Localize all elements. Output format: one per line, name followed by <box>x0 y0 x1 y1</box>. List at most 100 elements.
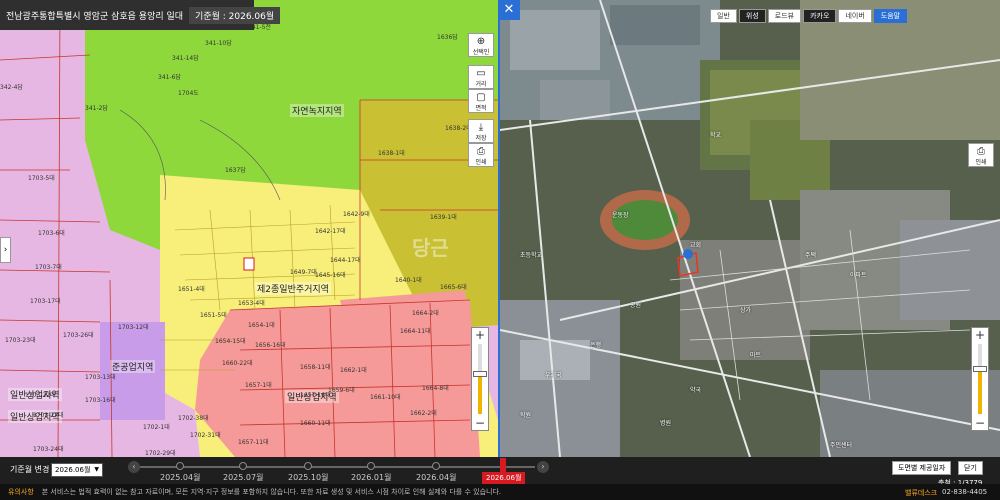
close-icon: ✕ <box>503 2 515 17</box>
parcel-label: 342-4답 <box>0 84 23 91</box>
poi-label[interactable]: 아파트 <box>850 270 867 279</box>
timeline-point[interactable] <box>367 462 375 470</box>
parcel-label: 1703-24대 <box>33 446 64 453</box>
location-marker <box>243 257 255 271</box>
map-dates-button[interactable]: 도면별 제공일자 <box>892 461 952 475</box>
parcel-label: 1657-1대 <box>245 382 272 389</box>
parcel-label: 1662-2대 <box>410 410 437 417</box>
print-tool[interactable]: ⎙ 인쇄 <box>468 143 494 167</box>
parcel-label: 1703-6대 <box>38 230 65 237</box>
satellite-zoom-out-icon[interactable]: − <box>972 416 988 430</box>
zoom-track[interactable] <box>473 344 487 414</box>
dropdown-arrow-icon: ▼ <box>94 466 99 473</box>
satellite-zoom-knob[interactable] <box>973 366 987 372</box>
timeline-date-label[interactable]: 2025.07월 <box>223 472 263 483</box>
save-tool[interactable]: ⤓ 저장 <box>468 119 494 143</box>
parcel-label: 1654-15대 <box>215 338 246 345</box>
timeline-date-label[interactable]: 2026.04월 <box>416 472 456 483</box>
poi-label[interactable]: 주민센터 <box>830 440 852 449</box>
poi-label[interactable]: 마트 <box>750 350 761 359</box>
poi-label[interactable]: 병원 <box>660 418 671 427</box>
location-title: 전남광주통합특별시 영암군 삼호읍 용앙리 일대 <box>6 11 184 22</box>
help-button[interactable]: 도움말 <box>873 9 908 23</box>
parcel-label: 1640-1대 <box>395 277 422 284</box>
map-type-normal[interactable]: 일반 <box>710 9 737 23</box>
timeline-prev-button[interactable]: ‹ <box>128 461 140 473</box>
close-button[interactable]: 닫기 <box>958 461 983 475</box>
parcel-label: 1653-4대 <box>238 300 265 307</box>
parcel-label: 1642-9대 <box>343 211 370 218</box>
parcel-label: 1703-23대 <box>5 337 36 344</box>
parcel-label: 1703-22대 <box>25 392 56 399</box>
poi-label[interactable]: 주택 <box>805 250 816 259</box>
download-icon: ⤓ <box>478 122 484 133</box>
satellite-map[interactable]: 학교운동장교회초등학교 주택상가 공원 아파트은행마트약국학원병원주민센터 우체국 ⎙ … <box>500 0 1000 457</box>
poi-label[interactable]: 운동장 <box>612 210 629 219</box>
map-type-naver[interactable]: 네이버 <box>838 9 872 23</box>
map-type-kakao[interactable]: 카카오 <box>803 9 837 23</box>
select-tool[interactable]: ⊕ 선택인 <box>468 33 494 57</box>
base-month-value: 2026.06월 <box>55 466 91 474</box>
parcel-label: 1649-7대 <box>290 269 317 276</box>
poi-label[interactable]: 학원 <box>520 410 531 419</box>
parcel-label: 341-14답 <box>172 55 199 62</box>
poi-label[interactable]: 교회 <box>690 240 701 249</box>
parcel-label: 1656-16대 <box>255 342 286 349</box>
parcel-label: 1665-6대 <box>440 284 467 291</box>
parcel-label: 341-2답 <box>85 105 108 112</box>
timeline-point[interactable] <box>432 462 440 470</box>
watermark: 당근 <box>412 236 449 260</box>
area-tool-label: 면적 <box>475 105 487 112</box>
poi-label[interactable]: 우체국 <box>545 370 562 379</box>
phone-number: 02-838-4405 <box>942 488 988 496</box>
timeline-point[interactable] <box>239 462 247 470</box>
parcel-label: 1659-6대 <box>328 387 355 394</box>
satellite-zoom-track[interactable] <box>973 344 987 414</box>
timeline-date-label[interactable]: 2025.04월 <box>160 472 200 483</box>
expand-left-button[interactable]: › <box>0 237 11 263</box>
timeline-current-label: 2026.06월 <box>482 472 526 484</box>
zoom-in-icon[interactable]: + <box>472 328 488 342</box>
parcel-label: 1702-29대 <box>145 450 176 457</box>
notice-warning: 유의사항 <box>8 488 34 496</box>
parcel-label: 1703-16대 <box>85 397 116 404</box>
zone-label-green: 자연녹지지역 <box>290 104 344 117</box>
close-split-button[interactable]: ✕ <box>498 0 520 20</box>
split-divider[interactable] <box>498 0 500 457</box>
poi-label[interactable]: 은행 <box>590 340 601 349</box>
zoom-out-icon[interactable]: − <box>472 416 488 430</box>
right-zoom-control[interactable]: + − <box>971 327 989 431</box>
timeline-current-marker[interactable] <box>500 458 506 472</box>
parcel-label: 1642-17대 <box>315 228 346 235</box>
timeline-date-label[interactable]: 2025.10월 <box>288 472 328 483</box>
parcel-label: 1658-11대 <box>300 364 331 371</box>
zoom-knob[interactable] <box>473 371 487 377</box>
distance-tool[interactable]: ▭ 거리 <box>468 65 494 89</box>
map-viewer: 자연녹지지역 제2종일반주거지역 일반상업지역 준공업지역 일반상업지역 일반상… <box>0 0 1000 500</box>
poi-label[interactable]: 학교 <box>710 130 721 139</box>
left-zoom-control[interactable]: + − <box>471 327 489 431</box>
satellite-print-tool[interactable]: ⎙ 인쇄 <box>968 143 994 167</box>
map-type-roadview[interactable]: 로드뷰 <box>767 9 802 23</box>
parcel-label: 1651-4대 <box>178 286 205 293</box>
satellite-zoom-in-icon[interactable]: + <box>972 328 988 342</box>
timeline-next-button[interactable]: › <box>537 461 549 473</box>
poi-label[interactable]: 초등학교 <box>520 250 542 259</box>
timeline-date-label[interactable]: 2026.01월 <box>351 472 391 483</box>
parcel-label: 1703-17대 <box>30 298 61 305</box>
parcel-label: 1703-12대 <box>118 324 149 331</box>
parcel-label: 1703-26대 <box>63 332 94 339</box>
timeline-point[interactable] <box>304 462 312 470</box>
poi-label[interactable]: 상가 <box>740 305 751 314</box>
timeline-point[interactable] <box>176 462 184 470</box>
base-month-select[interactable]: 2026.06월 ▼ <box>51 463 103 477</box>
poi-label[interactable]: 약국 <box>690 385 701 394</box>
poi-label[interactable]: 공원 <box>630 300 641 309</box>
brand-name: 밸류데스크 <box>905 489 938 497</box>
area-tool[interactable]: ▢ 면적 <box>468 89 494 113</box>
parcel-label: 1657-11대 <box>238 439 269 446</box>
map-type-satellite[interactable]: 위성 <box>738 9 766 23</box>
satellite-print-icon: ⎙ <box>977 146 985 157</box>
cadastral-map[interactable]: 자연녹지지역 제2종일반주거지역 일반상업지역 준공업지역 일반상업지역 일반상… <box>0 0 498 457</box>
ruler-icon: ▭ <box>476 68 486 79</box>
